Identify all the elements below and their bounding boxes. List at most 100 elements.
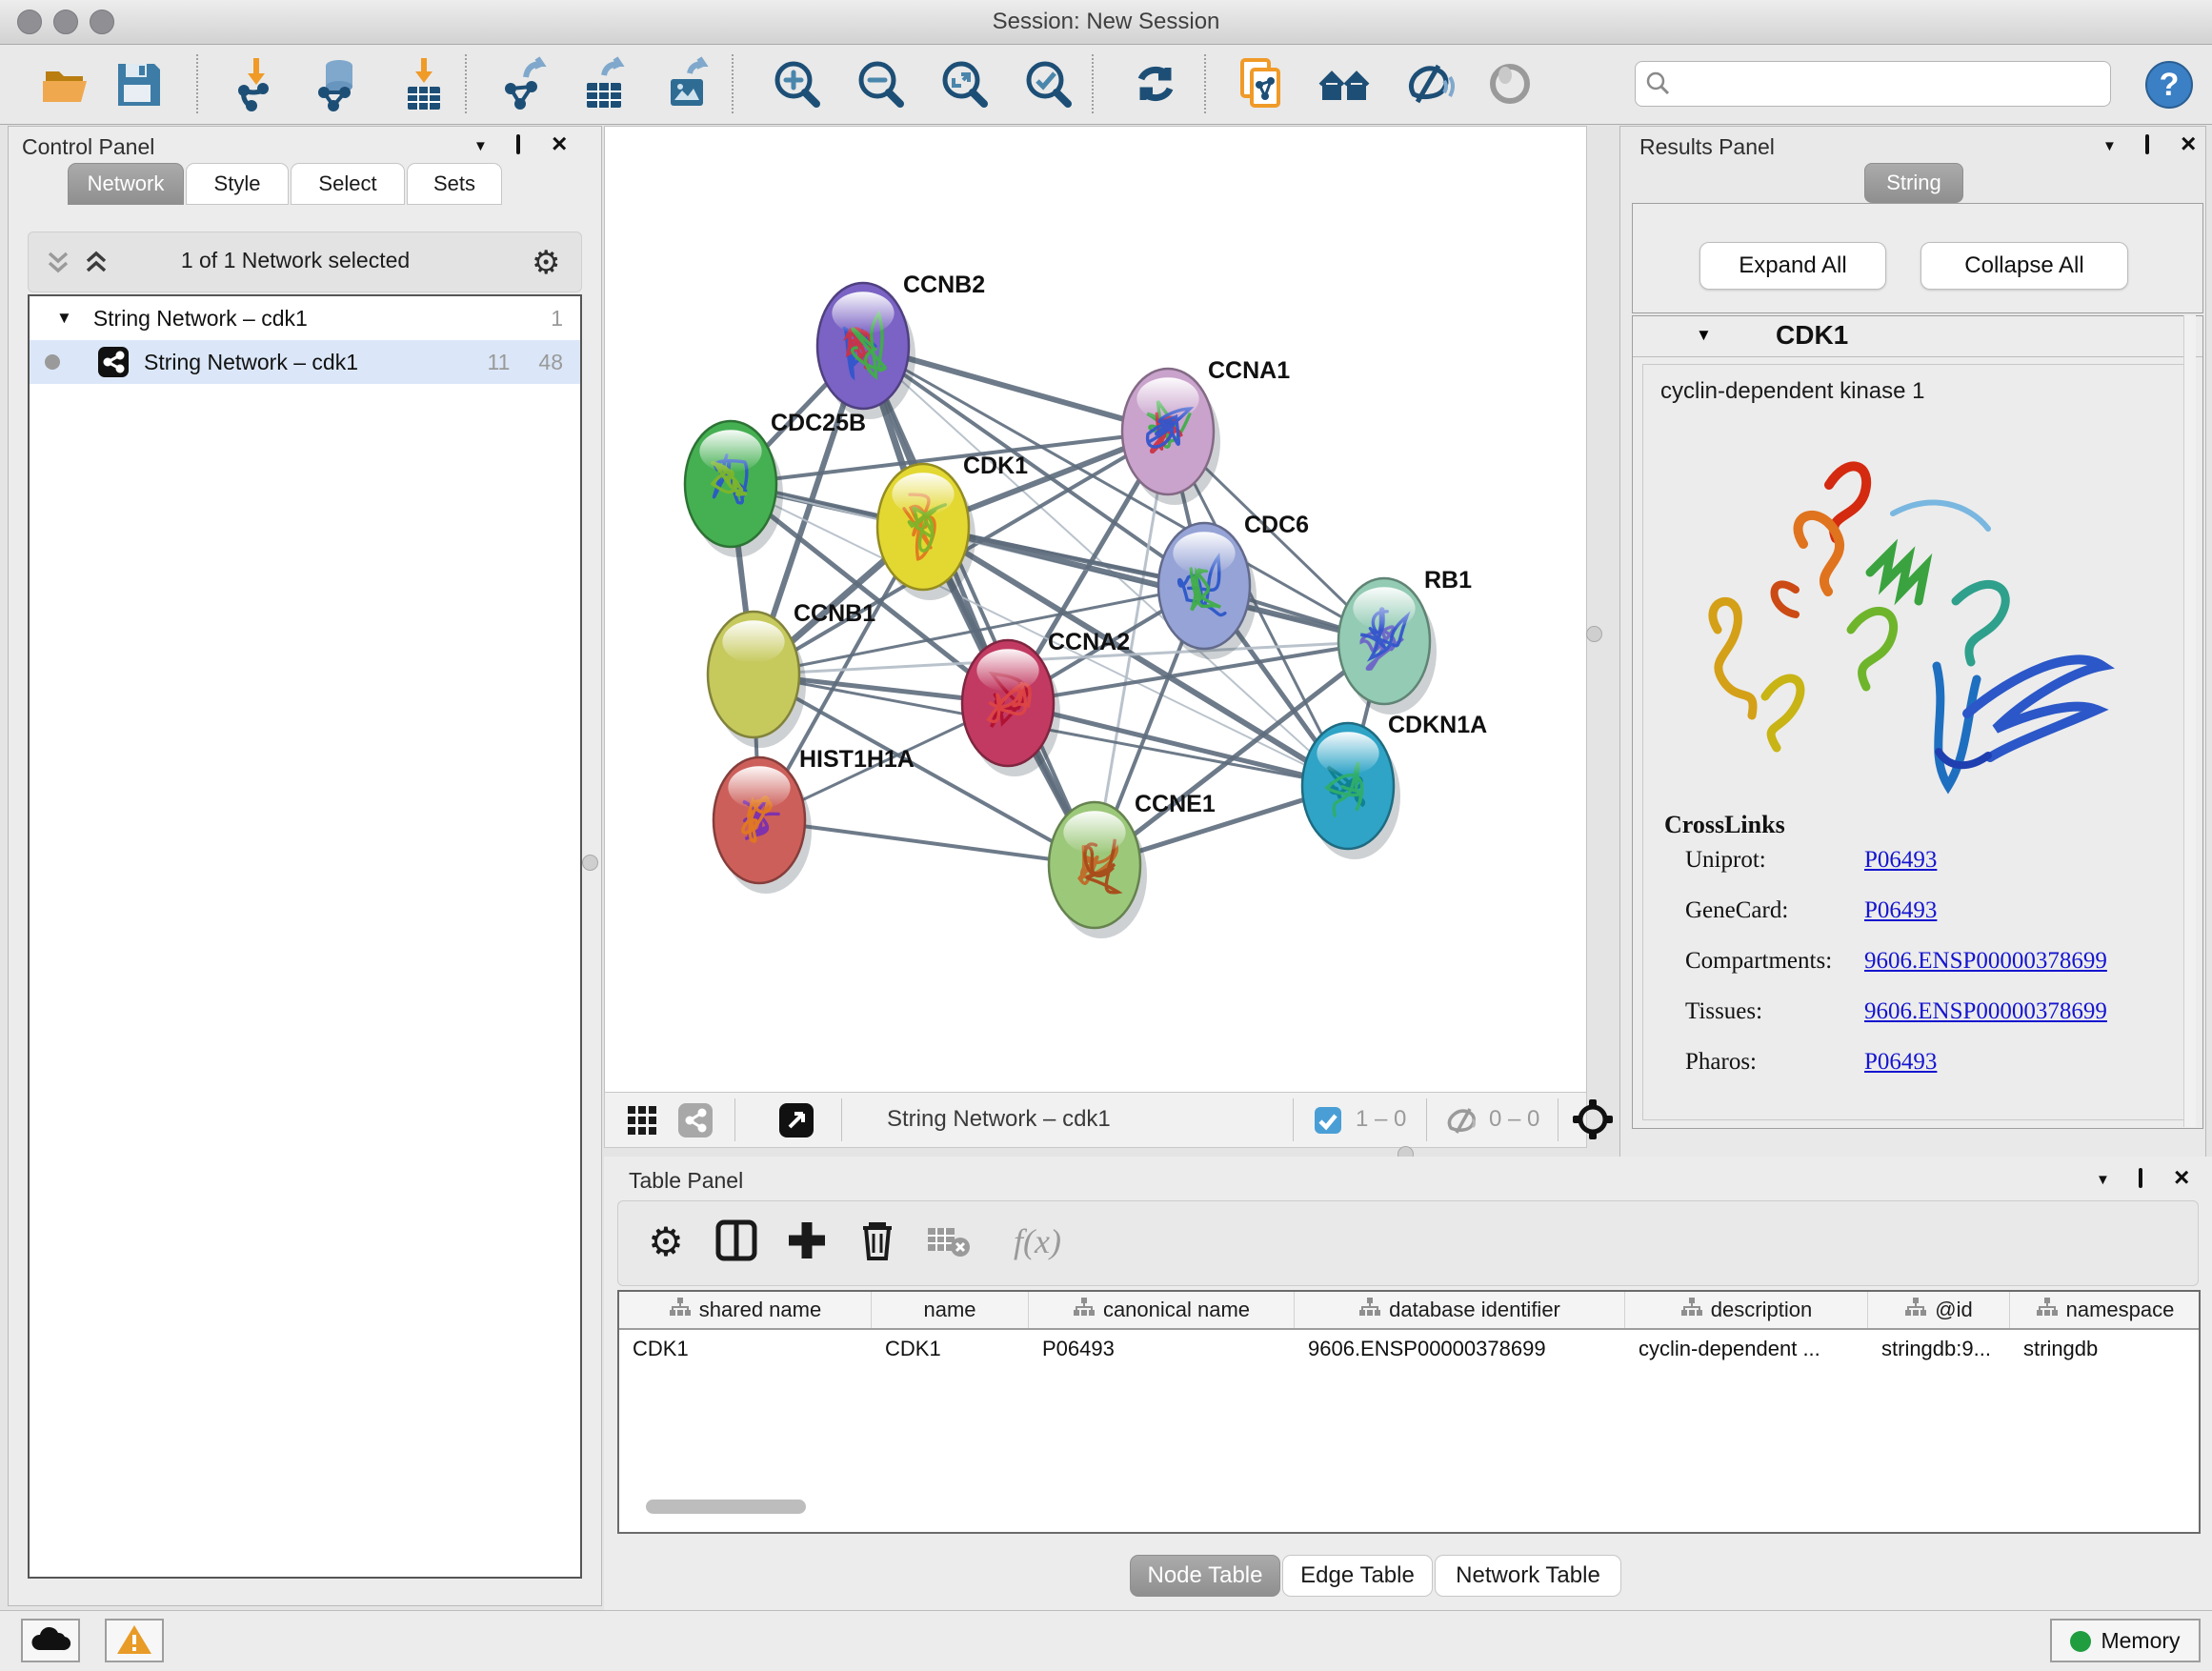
table-panel: Table Panel ▼ × ⚙ f(x) shared namenameca… <box>604 1157 2212 1610</box>
panel-close-icon[interactable]: × <box>552 134 567 153</box>
table-cell[interactable]: CDK1 <box>619 1330 872 1368</box>
network-canvas[interactable]: CCNB2CCNA1CDC25BCDK1CDC6RB1CCNB1CCNA2CDK… <box>604 126 1587 1094</box>
open-session-button[interactable] <box>38 56 93 111</box>
table-options-gear-icon[interactable]: ⚙ <box>637 1213 694 1270</box>
crosslink-link[interactable]: P06493 <box>1864 1049 1937 1076</box>
memory-button[interactable]: Memory <box>2050 1619 2201 1662</box>
network-node-CCNA1[interactable]: CCNA1 <box>1122 357 1290 505</box>
export-image-button[interactable] <box>661 56 716 111</box>
zoom-in-button[interactable] <box>770 56 825 111</box>
crosslink-link[interactable]: 9606.ENSP00000378699 <box>1864 948 2107 975</box>
column-header-shared-name[interactable]: shared name <box>619 1292 872 1328</box>
crosslink-link[interactable]: P06493 <box>1864 847 1937 874</box>
column-header-namespace[interactable]: namespace <box>2010 1292 2201 1328</box>
import-database-button[interactable] <box>311 56 366 111</box>
refresh-view-button[interactable] <box>1128 56 1183 111</box>
network-options-gear-icon[interactable]: ⚙ <box>532 244 560 282</box>
column-header-canonical-name[interactable]: canonical name <box>1029 1292 1295 1328</box>
zoom-fit-button[interactable] <box>937 56 993 111</box>
network-collection-row[interactable]: ▼ String Network – cdk1 1 <box>30 296 580 340</box>
table-cell[interactable]: CDK1 <box>872 1330 1029 1368</box>
network-node-CCNA2[interactable]: CCNA2 <box>962 629 1130 776</box>
import-table-button[interactable] <box>396 56 452 111</box>
table-cell[interactable]: 9606.ENSP00000378699 <box>1295 1330 1625 1368</box>
attribute-type-icon <box>1073 1297 1096 1323</box>
selected-checkbox-icon[interactable] <box>1314 1106 1342 1139</box>
network-list-toolbar: 1 of 1 Network selected ⚙ <box>28 232 582 292</box>
expand-all-button[interactable]: Expand All <box>1699 242 1886 290</box>
table-cell[interactable]: cyclin-dependent ... <box>1625 1330 1868 1368</box>
zoom-selected-button[interactable] <box>1021 56 1076 111</box>
network-view-icon[interactable] <box>677 1102 714 1141</box>
delete-table-icon[interactable] <box>919 1213 976 1270</box>
tab-select[interactable]: Select <box>291 163 405 205</box>
zoom-out-button[interactable] <box>854 56 909 111</box>
grid-view-icon[interactable] <box>626 1104 658 1139</box>
network-node-CDC25B[interactable]: CDC25B <box>685 410 866 557</box>
hide-selected-button[interactable] <box>1400 56 1456 111</box>
tab-network[interactable]: Network <box>68 163 184 205</box>
import-network-button[interactable] <box>231 56 286 111</box>
detach-view-icon[interactable] <box>778 1102 814 1141</box>
expand-all-icon[interactable] <box>84 248 109 279</box>
entry-collapse-caret-icon[interactable]: ▼ <box>1696 326 1712 345</box>
panel-menu-icon[interactable]: ▼ <box>2096 1170 2110 1191</box>
panel-close-icon[interactable]: × <box>2181 134 2196 153</box>
network-node-count: 11 <box>488 350 511 375</box>
network-node-CCNE1[interactable]: CCNE1 <box>1049 791 1216 938</box>
tab-style[interactable]: Style <box>186 163 289 205</box>
panel-float-icon[interactable] <box>516 134 520 155</box>
hidden-eye-icon[interactable] <box>1445 1105 1479 1140</box>
table-cell[interactable]: stringdb:9... <box>1868 1330 2010 1368</box>
results-scrollbar[interactable] <box>2183 315 2196 1127</box>
table-toolbar: ⚙ f(x) <box>617 1200 2199 1286</box>
column-header--id[interactable]: @id <box>1868 1292 2010 1328</box>
tab-sets[interactable]: Sets <box>407 163 502 205</box>
panel-float-icon[interactable] <box>2145 134 2149 155</box>
network-row-selected[interactable]: String Network – cdk1 11 48 <box>30 340 580 384</box>
right-splitter-handle[interactable] <box>1586 626 1602 642</box>
panel-menu-icon[interactable]: ▼ <box>2102 136 2117 157</box>
tab-string[interactable]: String <box>1864 163 1963 203</box>
tab-network-table[interactable]: Network Table <box>1435 1555 1621 1597</box>
network-node-CCNB2[interactable]: CCNB2 <box>817 272 985 419</box>
crosslink-link[interactable]: 9606.ENSP00000378699 <box>1864 998 2107 1025</box>
panel-float-icon[interactable] <box>2139 1168 2142 1189</box>
cloud-status-button[interactable] <box>21 1619 80 1662</box>
network-node-RB1[interactable]: RB1 <box>1338 567 1472 715</box>
column-header-database-identifier[interactable]: database identifier <box>1295 1292 1625 1328</box>
search-input[interactable] <box>1678 66 2101 100</box>
table-row[interactable]: CDK1CDK1P064939606.ENSP00000378699cyclin… <box>619 1330 2201 1368</box>
export-network-button[interactable] <box>497 56 553 111</box>
collapse-all-icon[interactable] <box>46 248 70 279</box>
collection-expand-caret-icon[interactable]: ▼ <box>56 309 72 328</box>
export-table-button[interactable] <box>577 56 633 111</box>
network-node-CCNB1[interactable]: CCNB1 <box>708 600 875 748</box>
warning-status-button[interactable] <box>105 1619 164 1662</box>
tab-edge-table[interactable]: Edge Table <box>1282 1555 1433 1597</box>
function-builder-icon[interactable]: f(x) <box>990 1213 1085 1270</box>
delete-column-icon[interactable] <box>849 1213 906 1270</box>
network-from-selection-button[interactable] <box>1233 56 1288 111</box>
column-header-name[interactable]: name <box>872 1292 1029 1328</box>
save-session-button[interactable] <box>111 56 166 111</box>
tab-node-table[interactable]: Node Table <box>1130 1555 1280 1597</box>
show-all-button[interactable] <box>1482 56 1538 111</box>
network-node-CDKN1A[interactable]: CDKN1A <box>1302 712 1487 859</box>
table-cell[interactable]: P06493 <box>1029 1330 1295 1368</box>
add-column-icon[interactable] <box>778 1213 835 1270</box>
results-panel-title: Results Panel <box>1639 134 1775 160</box>
birds-eye-navigator-icon[interactable] <box>1571 1097 1615 1144</box>
network-node-HIST1H1A[interactable]: HIST1H1A <box>714 746 915 894</box>
column-header-description[interactable]: description <box>1625 1292 1868 1328</box>
panel-close-icon[interactable]: × <box>2174 1168 2189 1187</box>
table-horizontal-scrollbar[interactable] <box>646 1500 806 1514</box>
left-splitter-handle[interactable] <box>582 855 598 871</box>
crosslink-link[interactable]: P06493 <box>1864 897 1937 924</box>
first-neighbors-button[interactable] <box>1317 56 1372 111</box>
panel-menu-icon[interactable]: ▼ <box>473 136 488 157</box>
help-button[interactable]: ? <box>2142 57 2197 112</box>
table-cell[interactable]: stringdb <box>2010 1330 2201 1368</box>
collapse-all-button[interactable]: Collapse All <box>1920 242 2128 290</box>
show-columns-icon[interactable] <box>708 1213 765 1270</box>
